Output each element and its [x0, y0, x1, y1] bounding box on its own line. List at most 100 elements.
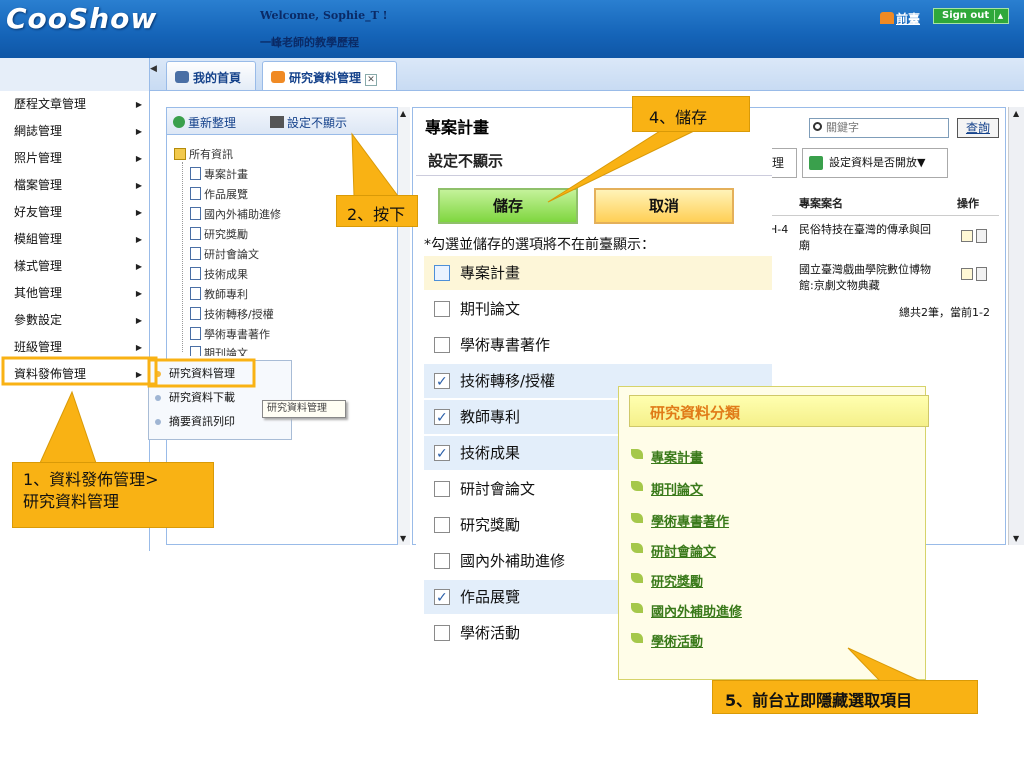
edit-icon[interactable]: [961, 268, 973, 280]
collapse-sidebar-icon[interactable]: ◀: [150, 64, 157, 74]
tree-node[interactable]: 技術成果: [190, 266, 248, 282]
checkbox-checked[interactable]: [434, 365, 450, 399]
close-icon[interactable]: ✕: [365, 74, 378, 86]
tree-node[interactable]: 技術轉移/授權: [190, 306, 274, 322]
tree-root[interactable]: 所有資訊: [174, 146, 233, 162]
edit-icon[interactable]: [961, 230, 973, 242]
settings-icon: [270, 116, 284, 128]
submenu-item-label: 研究資料下載: [169, 391, 235, 404]
sidebar-item-friends[interactable]: 好友管理 ▶: [0, 199, 150, 226]
chevron-right-icon: ▶: [135, 289, 142, 298]
set-hidden-button[interactable]: 設定不顯示: [270, 114, 347, 131]
tree-node-label: 期刊論文: [204, 347, 248, 356]
checkbox[interactable]: [434, 553, 450, 569]
tree-node[interactable]: 學術專書著作: [190, 326, 270, 342]
column-header-name[interactable]: 專案案名: [799, 195, 843, 211]
sidebar-item-classes[interactable]: 班級管理 ▶: [0, 334, 150, 361]
arrow-down-icon[interactable]: ▼: [400, 534, 406, 543]
refresh-button[interactable]: 重新整理: [173, 114, 236, 131]
preview-category-link[interactable]: 專案計畫: [631, 447, 704, 466]
row-operations: [961, 228, 993, 244]
home-icon: [880, 12, 894, 24]
callout-step-2: 2、按下: [336, 195, 418, 227]
frontend-link-label: 前臺: [896, 12, 921, 26]
tree-node[interactable]: 期刊論文: [190, 345, 248, 356]
main-scrollbar[interactable]: ▲ ▼: [1008, 107, 1024, 545]
tree-node[interactable]: 作品展覽: [190, 186, 248, 202]
trash-icon[interactable]: [976, 267, 987, 281]
preview-category-link[interactable]: 國內外補助進修: [631, 601, 742, 620]
tree-node[interactable]: 國內外補助進修: [190, 206, 281, 222]
arrow-up-icon[interactable]: ▲: [400, 109, 406, 118]
tree-node[interactable]: 研討會論文: [190, 246, 259, 262]
home-icon: [271, 71, 285, 83]
hide-option[interactable]: 專案計畫: [424, 256, 772, 290]
hide-option-label: 研討會論文: [460, 480, 536, 498]
checkbox[interactable]: [434, 337, 450, 353]
sidebar-item-others[interactable]: 其他管理 ▶: [0, 280, 150, 307]
sidebar-item-files[interactable]: 檔案管理 ▶: [0, 172, 150, 199]
callout-step-4: 4、儲存: [632, 96, 750, 132]
tree-node[interactable]: 專案計畫: [190, 166, 248, 182]
sidebar-item-data-publish[interactable]: 資料發佈管理 ▶: [0, 361, 150, 388]
row-name[interactable]: 國立臺灣戲曲學院數位博物 館:京劇文物典藏: [799, 262, 931, 294]
query-button[interactable]: 查詢: [957, 118, 999, 138]
blog-title: 一峰老師的教學歷程: [260, 36, 359, 49]
leaf-icon: [631, 543, 643, 553]
search-icon: [813, 122, 822, 131]
checkbox[interactable]: [434, 265, 450, 281]
checkbox[interactable]: [434, 517, 450, 533]
hide-option[interactable]: 期刊論文: [424, 292, 772, 326]
sidebar-item-styles[interactable]: 樣式管理 ▶: [0, 253, 150, 280]
cancel-button[interactable]: 取消: [594, 188, 734, 224]
hide-option[interactable]: 學術專書著作: [424, 328, 772, 362]
row-name[interactable]: 民俗特技在臺灣的傳承與回廟: [799, 222, 931, 254]
bullet-icon: [155, 395, 161, 401]
preview-category-link[interactable]: 學術專書著作: [631, 511, 729, 530]
tree-scrollbar[interactable]: ▲ ▼: [398, 107, 410, 545]
sidebar-item-blog[interactable]: 網誌管理 ▶: [0, 118, 150, 145]
search-input[interactable]: 關鍵字: [809, 118, 949, 138]
tab-research-data[interactable]: 研究資料管理 ✕: [262, 61, 397, 90]
frontend-link[interactable]: 前臺: [880, 10, 920, 27]
hide-option-label: 專案計畫: [460, 264, 521, 282]
callout-text: 研究資料管理: [23, 492, 120, 511]
callout-step-1: 1、資料發佈管理> 研究資料管理: [12, 462, 214, 528]
preview-category-link[interactable]: 研討會論文: [631, 541, 716, 560]
preview-link-label: 專案計畫: [651, 451, 704, 466]
callout-text: 4、儲存: [649, 108, 708, 127]
chevron-right-icon: ▶: [135, 262, 142, 271]
hide-option-label: 技術成果: [460, 444, 521, 462]
sidebar-item-modules[interactable]: 模組管理 ▶: [0, 226, 150, 253]
dialog-hint: *勾選並儲存的選項將不在前臺顯示：: [424, 237, 655, 253]
tree-node[interactable]: 教師專利: [190, 286, 248, 302]
callout-text: 2、按下: [347, 205, 406, 224]
checkbox[interactable]: [434, 481, 450, 497]
document-icon: [190, 267, 201, 280]
signout-button[interactable]: Sign out ▲: [933, 8, 1009, 24]
preview-category-link[interactable]: 研究獎勵: [631, 571, 703, 590]
preview-category-link[interactable]: 期刊論文: [631, 479, 703, 498]
tab-home[interactable]: 我的首頁: [166, 61, 256, 90]
arrow-up-icon[interactable]: ▲: [1013, 109, 1019, 118]
tree-node[interactable]: 研究獎勵: [190, 226, 248, 242]
callout-text: 5、前台立即隱藏選取項目: [725, 691, 913, 710]
sidebar-item-parameters[interactable]: 參數設定 ▶: [0, 307, 150, 334]
arrow-down-icon[interactable]: ▼: [1013, 534, 1019, 543]
app-header: CooShow Welcome, Sophie_T ! 一峰老師的教學歷程 前臺…: [0, 0, 1024, 58]
set-open-dropdown[interactable]: 設定資料是否開放▼: [802, 148, 948, 178]
submenu-item-research-manage[interactable]: 研究資料管理: [149, 363, 291, 385]
preview-category-link[interactable]: 學術活動: [631, 631, 703, 650]
checkbox[interactable]: [434, 625, 450, 641]
sidebar-item-photos[interactable]: 照片管理 ▶: [0, 145, 150, 172]
sidebar-item-articles[interactable]: 歷程文章管理 ▶: [0, 91, 150, 118]
manage-button[interactable]: 理: [769, 148, 797, 178]
save-button[interactable]: 儲存: [438, 188, 578, 224]
trash-icon[interactable]: [976, 229, 987, 243]
checkbox[interactable]: [434, 301, 450, 317]
checkbox-checked[interactable]: [434, 437, 450, 471]
checkbox-checked[interactable]: [434, 401, 450, 435]
document-icon: [190, 307, 201, 320]
checkbox-checked[interactable]: [434, 581, 450, 615]
bullet-icon: [155, 371, 161, 377]
